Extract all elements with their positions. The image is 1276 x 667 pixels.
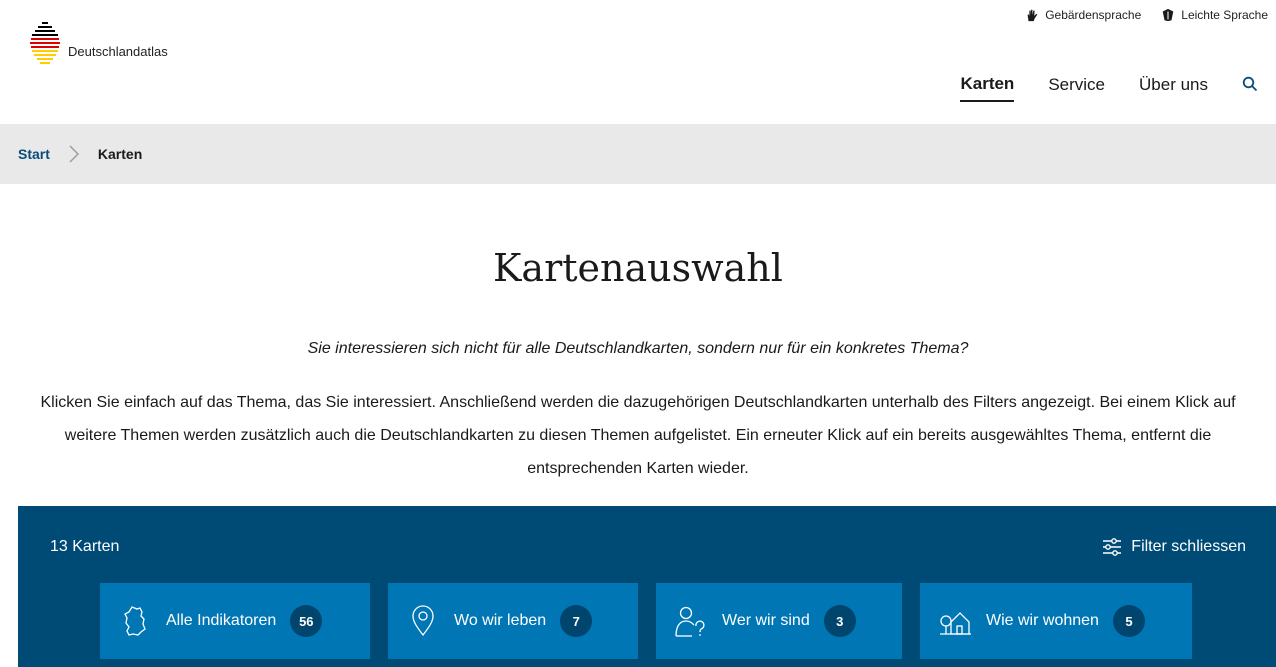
theme-label: Wer wir sind	[722, 612, 810, 629]
theme-list: Alle Indikatoren 56 Wo wir leben 7 Wer w…	[100, 583, 1192, 659]
hand-icon	[1027, 9, 1038, 22]
theme-label: Wo wir leben	[454, 612, 547, 629]
filter-close-label: Filter schliessen	[1131, 538, 1246, 555]
filter-panel: 13 Karten Filter schliessen Alle Indikat…	[18, 506, 1276, 667]
easy-language-label: Leichte Sprache	[1181, 8, 1268, 22]
site-logo[interactable]: Deutschlandatlas	[30, 22, 168, 64]
intro-description: Klicken Sie einfach auf das Thema, das S…	[40, 394, 1236, 477]
theme-count-badge: 3	[823, 605, 856, 637]
page-title: Kartenauswahl	[493, 246, 783, 290]
breadcrumb: Start Karten	[0, 124, 1276, 184]
site-name: Deutschlandatlas	[68, 44, 168, 59]
intro-question: Sie interessieren sich nicht für alle De…	[307, 340, 969, 357]
theme-count-badge: 7	[560, 605, 593, 637]
chevron-right-icon	[69, 145, 79, 163]
breadcrumb-current: Karten	[97, 146, 143, 162]
houses-icon	[940, 612, 971, 635]
easy-language-link[interactable]: Leichte Sprache	[1161, 8, 1268, 22]
breadcrumb-start[interactable]: Start	[18, 146, 50, 162]
theme-count-badge: 5	[1112, 605, 1145, 637]
utility-nav: Gebärdensprache Leichte Sprache	[1025, 8, 1268, 22]
result-count: 13 Karten	[50, 538, 120, 555]
theme-label: Wie wir wohnen	[986, 612, 1099, 629]
sign-language-label: Gebärdensprache	[1045, 8, 1142, 22]
nav-item-service[interactable]: Service	[1048, 75, 1105, 101]
search-icon[interactable]	[1242, 76, 1258, 92]
theme-label: Alle Indikatoren	[166, 612, 277, 629]
germany-flag-logo-icon	[30, 22, 60, 64]
germany-map-icon	[124, 606, 146, 636]
filter-sliders-icon	[1103, 538, 1122, 556]
theme-wie-wir-wohnen[interactable]: Wie wir wohnen 5	[920, 583, 1192, 659]
theme-alle-indikatoren[interactable]: Alle Indikatoren 56	[100, 583, 370, 659]
easy-language-icon	[1163, 8, 1174, 22]
theme-wer-wir-sind[interactable]: Wer wir sind 3	[656, 583, 902, 659]
filter-close-button[interactable]: Filter schliessen	[1101, 536, 1246, 558]
theme-count-badge: 56	[290, 605, 323, 637]
nav-item-ueber-uns[interactable]: Über uns	[1139, 75, 1208, 101]
nav-item-karten[interactable]: Karten	[960, 74, 1015, 102]
location-pin-icon	[412, 605, 434, 637]
sign-language-link[interactable]: Gebärdensprache	[1025, 8, 1141, 22]
person-question-icon	[675, 606, 705, 637]
theme-wo-wir-leben[interactable]: Wo wir leben 7	[388, 583, 638, 659]
main-nav: Karten Service Über uns	[960, 74, 1258, 102]
